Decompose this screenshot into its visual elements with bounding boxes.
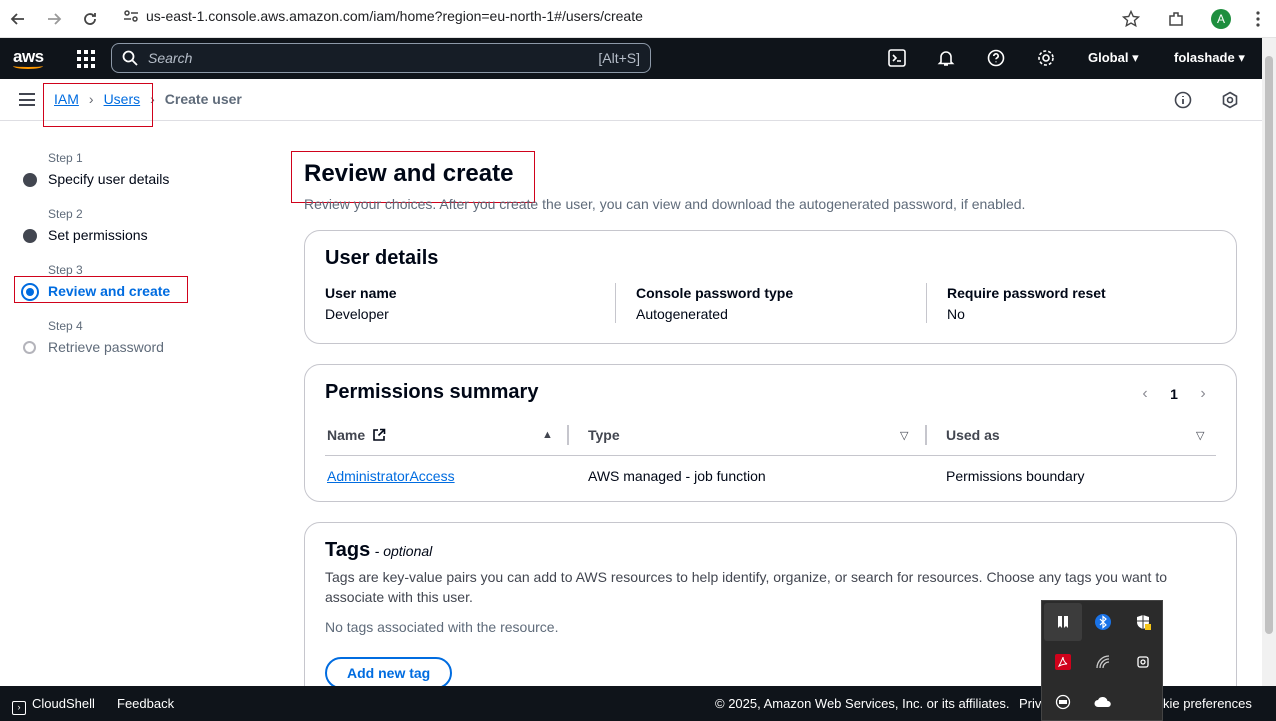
page-number[interactable]: 1 bbox=[1156, 386, 1192, 402]
reload-icon[interactable] bbox=[72, 0, 108, 38]
camera-icon[interactable] bbox=[1124, 643, 1162, 681]
caret-down-icon: ▾ bbox=[1132, 50, 1139, 65]
bookmark-star-icon[interactable] bbox=[1112, 0, 1150, 38]
system-tray-popup bbox=[1041, 600, 1163, 721]
account-menu[interactable]: folashade ▾ bbox=[1174, 50, 1245, 66]
column-header-type[interactable]: Type bbox=[588, 427, 620, 443]
notifications-bell-icon[interactable] bbox=[936, 48, 956, 68]
help-icon[interactable] bbox=[986, 48, 1006, 68]
cloudshell-icon[interactable] bbox=[887, 48, 907, 68]
table-divider bbox=[325, 455, 1216, 456]
annotation-box bbox=[43, 83, 153, 127]
site-settings-icon[interactable] bbox=[116, 9, 146, 23]
vpn-icon[interactable] bbox=[1044, 683, 1082, 721]
add-new-tag-button[interactable]: Add new tag bbox=[325, 657, 453, 689]
step-complete-dot bbox=[23, 173, 37, 187]
aws-top-nav: aws Search [Alt+S] Global ▾ folashade ▾ bbox=[0, 38, 1262, 79]
search-input[interactable]: Search [Alt+S] bbox=[111, 43, 651, 73]
bookmark-app-icon[interactable] bbox=[1044, 603, 1082, 641]
external-link-icon bbox=[372, 428, 386, 445]
step-pending-dot bbox=[23, 341, 36, 354]
column-header-used-as[interactable]: Used as bbox=[946, 427, 1000, 443]
services-grid-icon[interactable] bbox=[77, 50, 95, 68]
annotation-box bbox=[14, 276, 188, 303]
console-password-type-field: Console password type Autogenerated bbox=[636, 285, 794, 322]
user-details-card: User details User name Developer Console… bbox=[304, 230, 1237, 344]
security-shield-icon[interactable] bbox=[1124, 603, 1162, 641]
breadcrumb-current: Create user bbox=[164, 91, 242, 107]
table-cell-used-as: Permissions boundary bbox=[946, 468, 1085, 484]
back-icon[interactable] bbox=[0, 0, 36, 38]
feedback-link[interactable]: Feedback bbox=[117, 696, 174, 711]
search-shortcut: [Alt+S] bbox=[598, 50, 640, 66]
user-details-heading: User details bbox=[325, 247, 439, 269]
onedrive-cloud-icon[interactable] bbox=[1084, 683, 1122, 721]
page-scrollbar[interactable] bbox=[1262, 38, 1276, 686]
extensions-icon[interactable] bbox=[1150, 0, 1202, 38]
column-resizer[interactable] bbox=[567, 425, 569, 445]
column-resizer[interactable] bbox=[925, 425, 927, 445]
breadcrumb-bar: IAM › Users › Create user bbox=[0, 79, 1262, 127]
sort-ascending-icon[interactable]: ▲ bbox=[542, 429, 553, 441]
network-icon[interactable] bbox=[1084, 643, 1122, 681]
pagination: ‹ 1 › bbox=[1134, 385, 1214, 403]
user-name-field: User name Developer bbox=[325, 285, 397, 322]
page-description: Review your choices. After you create th… bbox=[304, 196, 1026, 212]
search-icon bbox=[112, 50, 148, 66]
chevron-left-icon[interactable]: ‹ bbox=[1134, 385, 1156, 403]
caret-down-icon: ▾ bbox=[1238, 50, 1245, 65]
copyright-text: © 2025, Amazon Web Services, Inc. or its… bbox=[715, 696, 1010, 711]
cloudshell-button[interactable]: › CloudShell bbox=[12, 696, 95, 715]
info-icon[interactable] bbox=[1174, 91, 1192, 109]
sort-icon[interactable]: ▽ bbox=[900, 429, 908, 442]
settings-gear-icon[interactable] bbox=[1036, 48, 1056, 68]
permissions-summary-card: Permissions summary ‹ 1 › Name ▲ Type ▽ … bbox=[304, 364, 1237, 502]
column-header-name[interactable]: Name bbox=[327, 427, 386, 445]
table-cell-name: AdministratorAccess bbox=[327, 468, 455, 484]
browser-toolbar: us-east-1.console.aws.amazon.com/iam/hom… bbox=[0, 0, 1276, 38]
url-text: us-east-1.console.aws.amazon.com/iam/hom… bbox=[146, 8, 643, 24]
divider bbox=[615, 283, 616, 323]
divider bbox=[926, 283, 927, 323]
search-placeholder: Search bbox=[148, 50, 193, 66]
forward-icon[interactable] bbox=[36, 0, 72, 38]
sort-icon[interactable]: ▽ bbox=[1196, 429, 1204, 442]
address-bar[interactable]: us-east-1.console.aws.amazon.com/iam/hom… bbox=[116, 2, 1136, 30]
aws-logo[interactable]: aws bbox=[13, 47, 44, 69]
feedback-hexagon-icon[interactable] bbox=[1221, 91, 1239, 109]
cloudshell-icon: › bbox=[12, 701, 26, 715]
hamburger-menu-icon[interactable] bbox=[19, 93, 35, 106]
tags-empty-text: No tags associated with the resource. bbox=[325, 619, 559, 635]
privacy-link[interactable]: Priv bbox=[1019, 696, 1041, 711]
require-password-reset-field: Require password reset No bbox=[947, 285, 1106, 322]
acrobat-icon[interactable] bbox=[1044, 643, 1082, 681]
tags-heading: Tags - optional bbox=[325, 539, 433, 561]
chevron-right-icon[interactable]: › bbox=[1192, 385, 1214, 403]
browser-menu-icon[interactable] bbox=[1240, 0, 1276, 38]
profile-avatar[interactable]: A bbox=[1202, 0, 1240, 38]
step-complete-dot bbox=[23, 229, 37, 243]
cookie-preferences-link[interactable]: kie preferences bbox=[1163, 696, 1252, 711]
table-cell-type: AWS managed - job function bbox=[588, 468, 766, 484]
permissions-summary-heading: Permissions summary bbox=[325, 381, 539, 403]
scrollbar-thumb[interactable] bbox=[1265, 56, 1273, 634]
bluetooth-icon[interactable] bbox=[1084, 603, 1122, 641]
policy-link[interactable]: AdministratorAccess bbox=[327, 468, 455, 484]
region-selector[interactable]: Global ▾ bbox=[1088, 50, 1139, 66]
